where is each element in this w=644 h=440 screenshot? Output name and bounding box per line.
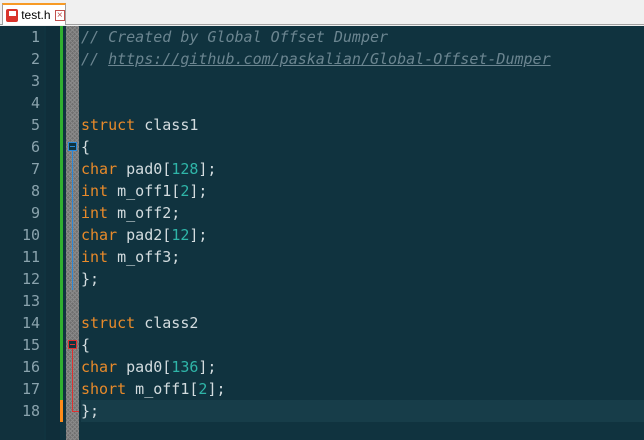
line-number: 18 [21,402,40,420]
change-history-bar [60,26,63,422]
file-icon [6,8,19,22]
close-icon[interactable]: × [54,9,65,21]
line-number: 1 [30,28,40,46]
fold-toggle-icon[interactable] [68,142,77,151]
line-number: 9 [30,204,40,222]
line-number: 16 [21,358,40,376]
code-line: int m_off2; [81,204,181,222]
line-number: 15 [21,336,40,354]
line-number-gutter: 1 2 3 4 5 6 7 8 9 10 11 12 13 14 15 16 1… [0,26,44,440]
code-line: { [81,138,91,156]
code-line: { [81,336,91,354]
unsaved-change-marker [60,400,63,422]
code-line: char pad0[128]; [81,160,217,178]
fold-guide-line [72,349,73,411]
line-number: 3 [30,72,40,90]
code-line: // https://github.com/paskalian/Global-O… [81,50,551,68]
code-line: struct class2 [81,314,199,332]
code-line: // Created by Global Offset Dumper [81,28,389,46]
code-line: }; [81,402,100,420]
tab-label: test.h [21,8,51,22]
line-number: 14 [21,314,40,332]
fold-toggle-icon[interactable] [68,340,77,349]
tab-bar: test.h × [0,0,644,25]
code-line: char pad2[12]; [81,226,208,244]
code-line: }; [81,270,100,288]
tab-test-h[interactable]: test.h × [2,3,66,25]
line-number: 6 [30,138,40,156]
line-number: 12 [21,270,40,288]
fold-end-marker [72,411,79,412]
code-line: struct class1 [81,116,199,134]
line-number: 11 [21,248,40,266]
line-number: 13 [21,292,40,310]
code-line: int m_off3; [81,248,181,266]
symbol-margin[interactable] [46,26,60,440]
code-editor[interactable]: 1 2 3 4 5 6 7 8 9 10 11 12 13 14 15 16 1… [0,26,644,440]
line-number: 5 [30,116,40,134]
code-line: char pad0[136]; [81,358,217,376]
line-number: 17 [21,380,40,398]
current-line-highlight [81,400,644,422]
line-number: 8 [30,182,40,200]
line-number: 10 [21,226,40,244]
line-number: 2 [30,50,40,68]
code-line: short m_off1[2]; [81,380,226,398]
line-number: 7 [30,160,40,178]
fold-guide-line [72,151,73,290]
line-number: 4 [30,94,40,112]
github-link[interactable]: https://github.com/paskalian/Global-Offs… [108,50,551,68]
code-line: int m_off1[2]; [81,182,208,200]
